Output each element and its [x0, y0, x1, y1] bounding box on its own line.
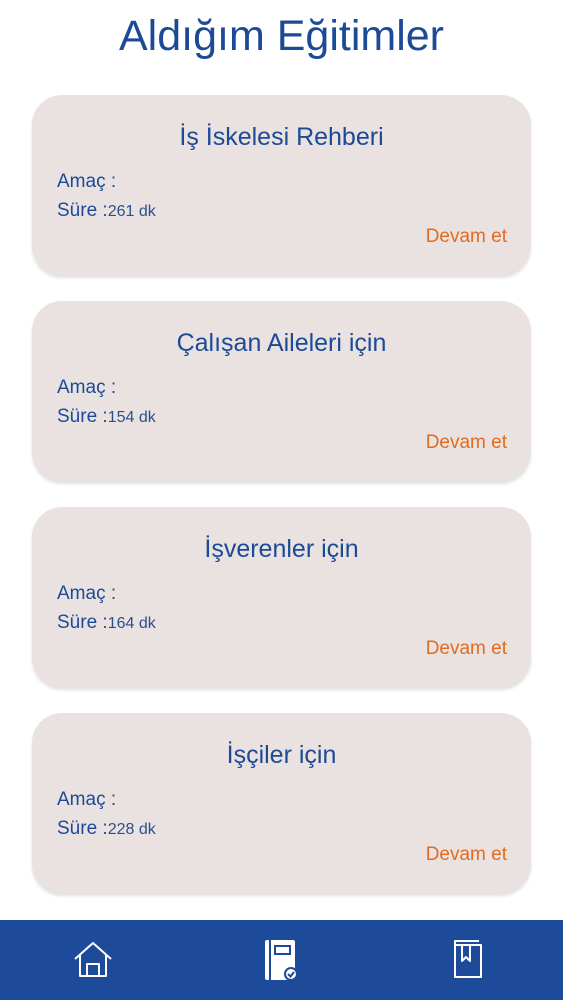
duration-value: 164 dk — [107, 615, 156, 632]
duration-value: 228 dk — [107, 821, 156, 838]
nav-home-button[interactable] — [43, 920, 143, 1000]
page-title: Aldığım Eğitimler — [119, 12, 444, 60]
duration-label: Süre : — [57, 200, 108, 221]
course-title: İşçiler için — [226, 741, 337, 769]
continue-button[interactable]: Devam et — [426, 843, 507, 867]
purpose-label: Amaç : — [57, 789, 117, 810]
continue-button[interactable]: Devam et — [426, 431, 507, 455]
duration-label: Süre : — [57, 406, 108, 427]
duration-value: 261 dk — [107, 203, 156, 220]
duration-row: Süre :154 dk — [57, 405, 156, 430]
home-icon — [74, 942, 112, 977]
course-title: İşverenler için — [204, 535, 359, 563]
duration-row: Süre :261 dk — [57, 199, 156, 224]
purpose-label: Amaç : — [57, 377, 117, 398]
duration-value: 154 dk — [107, 409, 156, 426]
notebook-check-icon — [265, 940, 298, 981]
book-icon — [454, 940, 482, 978]
duration-row: Süre :228 dk — [57, 817, 156, 842]
course-card[interactable]: İş İskelesi Rehberi Amaç : Süre :261 dk … — [32, 95, 531, 275]
course-title: Çalışan Aileleri için — [176, 329, 387, 357]
purpose-label: Amaç : — [57, 583, 117, 604]
duration-row: Süre :164 dk — [57, 611, 156, 636]
course-list: İş İskelesi Rehberi Amaç : Süre :261 dk … — [32, 95, 531, 919]
course-title: İş İskelesi Rehberi — [179, 123, 384, 151]
bottom-navigation — [0, 920, 563, 1000]
course-card[interactable]: İşçiler için Amaç : Süre :228 dk Devam e… — [32, 713, 531, 893]
nav-my-courses-button[interactable] — [231, 920, 331, 1000]
nav-catalog-button[interactable] — [418, 920, 518, 1000]
course-card[interactable]: Çalışan Aileleri için Amaç : Süre :154 d… — [32, 301, 531, 481]
duration-label: Süre : — [57, 612, 108, 633]
continue-button[interactable]: Devam et — [426, 225, 507, 249]
course-card[interactable]: İşverenler için Amaç : Süre :164 dk Deva… — [32, 507, 531, 687]
continue-button[interactable]: Devam et — [426, 637, 507, 661]
purpose-label: Amaç : — [57, 171, 117, 192]
duration-label: Süre : — [57, 818, 108, 839]
